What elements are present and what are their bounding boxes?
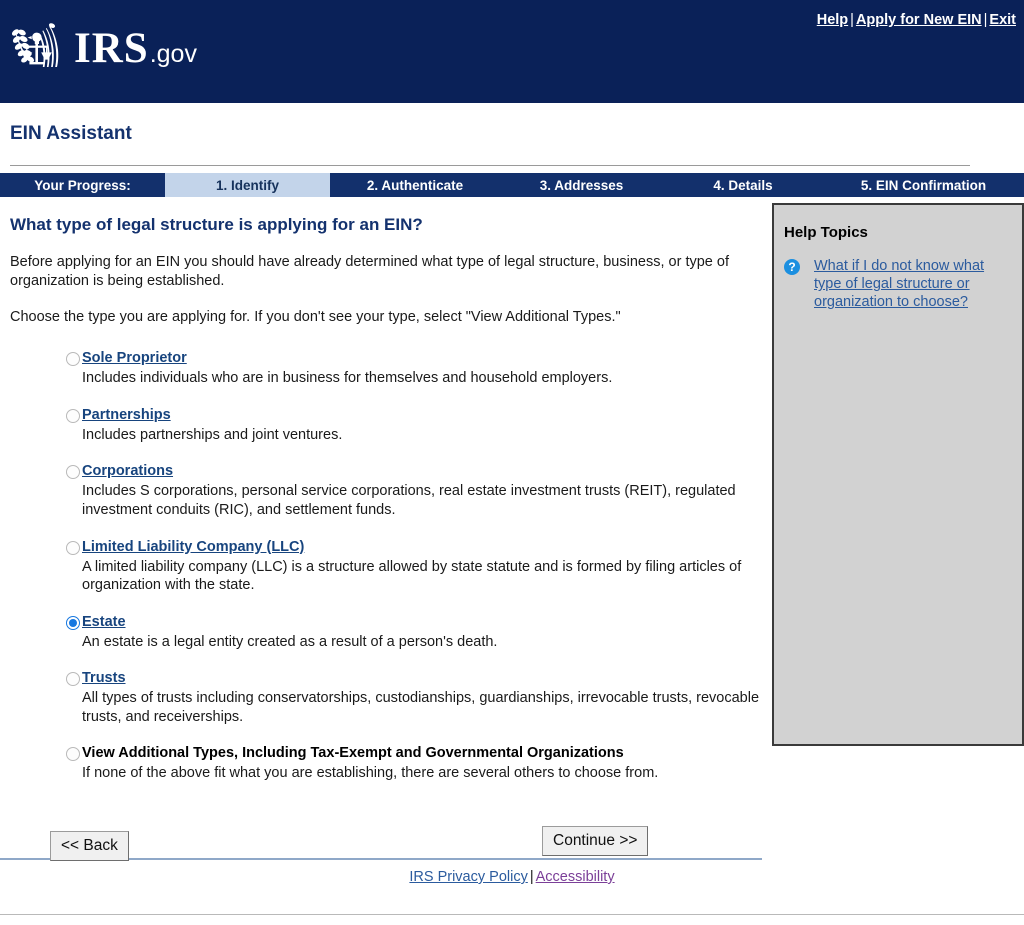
masthead-nav: Help|Apply for New EIN|Exit	[817, 12, 1016, 28]
progress-step-identify[interactable]: 1. Identify	[165, 173, 330, 197]
option-desc-llc: A limited liability company (LLC) is a s…	[82, 558, 760, 595]
progress-bar: Your Progress: 1. Identify 2. Authentica…	[0, 173, 1024, 197]
irs-gov-suffix: .gov	[150, 42, 197, 67]
bottom-divider	[0, 914, 1024, 915]
footer-separator: |	[528, 869, 536, 885]
option-label-view-additional-types[interactable]: View Additional Types, Including Tax-Exe…	[82, 745, 624, 762]
progress-step-authenticate[interactable]: 2. Authenticate	[330, 173, 500, 197]
option-llc[interactable]: Limited Liability Company (LLC) A limite…	[10, 538, 760, 595]
option-label-partnerships[interactable]: Partnerships	[82, 407, 171, 424]
footer-links: IRS Privacy Policy|Accessibility	[0, 869, 1024, 885]
option-desc-view-additional-types: If none of the above fit what you are es…	[82, 764, 760, 783]
page-title: EIN Assistant	[10, 123, 132, 145]
irs-brand-text: IRS	[74, 27, 149, 70]
radio-partnerships[interactable]	[66, 409, 80, 423]
option-desc-trusts: All types of trusts including conservato…	[82, 689, 760, 726]
site-masthead: IRS.gov Help|Apply for New EIN|Exit	[0, 0, 1024, 103]
option-estate[interactable]: Estate An estate is a legal entity creat…	[10, 613, 760, 652]
option-desc-partnerships: Includes partnerships and joint ventures…	[82, 426, 760, 445]
radio-sole-proprietor[interactable]	[66, 352, 80, 366]
radio-corporations[interactable]	[66, 465, 80, 479]
intro-paragraph-2: Choose the type you are applying for. If…	[10, 308, 760, 327]
title-divider	[10, 165, 970, 166]
question-mark-icon: ?	[784, 259, 800, 275]
irs-seal-icon	[8, 19, 66, 77]
irs-wordmark: IRS.gov	[74, 27, 197, 70]
option-partnerships[interactable]: Partnerships Includes partnerships and j…	[10, 406, 760, 445]
intro-paragraph-1: Before applying for an EIN you should ha…	[10, 253, 760, 291]
main-content: What type of legal structure is applying…	[10, 205, 760, 801]
option-label-trusts[interactable]: Trusts	[82, 670, 126, 687]
exit-link[interactable]: Exit	[989, 12, 1016, 28]
help-topics-title: Help Topics	[784, 224, 1022, 241]
apply-new-ein-link[interactable]: Apply for New EIN	[856, 12, 982, 28]
progress-step-details[interactable]: 4. Details	[663, 173, 823, 197]
radio-llc[interactable]	[66, 541, 80, 555]
option-sole-proprietor[interactable]: Sole Proprietor Includes individuals who…	[10, 349, 760, 388]
option-desc-corporations: Includes S corporations, personal servic…	[82, 482, 760, 519]
option-label-corporations[interactable]: Corporations	[82, 463, 173, 480]
legal-structure-options: Sole Proprietor Includes individuals who…	[10, 349, 760, 782]
option-desc-estate: An estate is a legal entity created as a…	[82, 633, 760, 652]
option-desc-sole-proprietor: Includes individuals who are in business…	[82, 369, 760, 388]
irs-logo[interactable]: IRS.gov	[8, 19, 197, 77]
back-button[interactable]: << Back	[50, 831, 129, 861]
radio-trusts[interactable]	[66, 672, 80, 686]
accessibility-link[interactable]: Accessibility	[536, 869, 615, 885]
option-label-sole-proprietor[interactable]: Sole Proprietor	[82, 350, 187, 367]
irs-privacy-policy-link[interactable]: IRS Privacy Policy	[409, 869, 527, 885]
progress-step-addresses[interactable]: 3. Addresses	[500, 173, 663, 197]
option-view-additional-types[interactable]: View Additional Types, Including Tax-Exe…	[10, 744, 760, 783]
question-heading: What type of legal structure is applying…	[10, 215, 760, 235]
option-trusts[interactable]: Trusts All types of trusts including con…	[10, 669, 760, 726]
nav-separator-1: |	[848, 12, 856, 28]
help-topic-link[interactable]: What if I do not know what type of legal…	[814, 257, 994, 311]
continue-button[interactable]: Continue >>	[542, 826, 648, 856]
option-label-llc[interactable]: Limited Liability Company (LLC)	[82, 539, 304, 556]
help-topic-item[interactable]: ? What if I do not know what type of leg…	[784, 257, 1022, 311]
radio-view-additional-types[interactable]	[66, 747, 80, 761]
progress-label: Your Progress:	[0, 173, 165, 197]
help-link[interactable]: Help	[817, 12, 848, 28]
progress-step-ein-confirmation[interactable]: 5. EIN Confirmation	[823, 173, 1024, 197]
option-label-estate[interactable]: Estate	[82, 614, 126, 631]
help-topics-panel: Help Topics ? What if I do not know what…	[772, 203, 1024, 746]
radio-estate[interactable]	[66, 616, 80, 630]
option-corporations[interactable]: Corporations Includes S corporations, pe…	[10, 462, 760, 519]
